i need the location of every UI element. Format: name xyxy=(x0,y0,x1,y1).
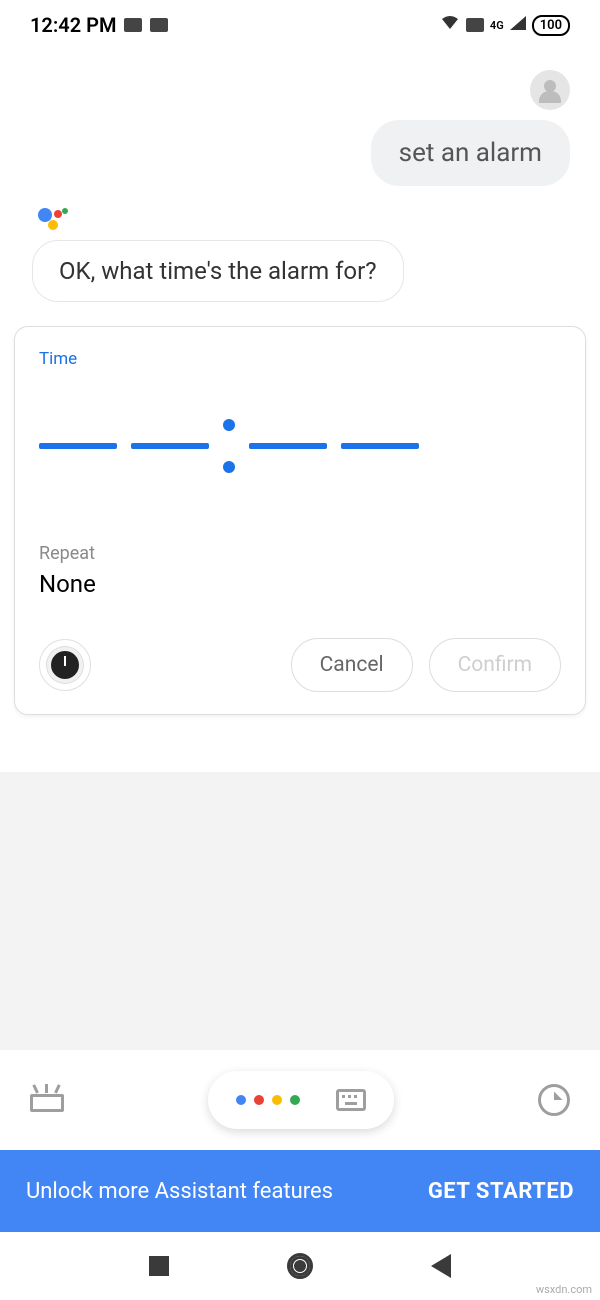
network-label: 4G xyxy=(490,19,504,32)
explore-compass-icon[interactable] xyxy=(538,1084,570,1116)
time-input[interactable] xyxy=(39,369,561,513)
home-button[interactable] xyxy=(287,1253,313,1279)
assistant-bottom-bar xyxy=(0,1050,600,1150)
assistant-input-pill[interactable] xyxy=(208,1071,394,1129)
repeat-label: Repeat xyxy=(39,543,561,564)
confirm-button[interactable]: Confirm xyxy=(429,638,561,692)
user-avatar[interactable] xyxy=(530,70,570,110)
time-card: Time Repeat None Cancel Confirm xyxy=(14,326,586,715)
time-colon-icon xyxy=(223,419,235,473)
wifi-icon xyxy=(440,15,460,35)
user-message-bubble: set an alarm xyxy=(371,120,570,186)
clock-icon xyxy=(47,647,83,683)
chat-area: set an alarm OK, what time's the alarm f… xyxy=(0,50,600,302)
status-right: 4G 100 xyxy=(440,15,570,36)
open-clock-app-button[interactable] xyxy=(39,639,91,691)
status-bar: 12:42 PM 4G 100 xyxy=(0,0,600,50)
time-label: Time xyxy=(39,349,561,369)
keyboard-indicator-icon xyxy=(124,18,142,32)
cancel-button[interactable]: Cancel xyxy=(291,638,413,692)
google-assistant-logo-icon xyxy=(38,206,68,230)
system-nav-bar xyxy=(0,1232,600,1300)
updates-tray-icon[interactable] xyxy=(30,1088,64,1112)
repeat-value[interactable]: None xyxy=(39,570,561,598)
volte-icon xyxy=(466,18,484,32)
news-indicator-icon xyxy=(150,18,168,32)
status-time: 12:42 PM xyxy=(30,13,116,37)
minute-tens-input[interactable] xyxy=(249,443,327,449)
assistant-dots-icon xyxy=(236,1095,300,1105)
signal-icon xyxy=(510,16,526,34)
minute-ones-input[interactable] xyxy=(341,443,419,449)
watermark: wsxdn.com xyxy=(536,1283,592,1296)
promo-text: Unlock more Assistant features xyxy=(26,1179,333,1204)
recent-apps-button[interactable] xyxy=(149,1256,169,1276)
get-started-button[interactable]: GET STARTED xyxy=(428,1179,574,1204)
assistant-message-bubble: OK, what time's the alarm for? xyxy=(32,240,404,302)
keyboard-icon[interactable] xyxy=(336,1089,366,1111)
assistant-row: OK, what time's the alarm for? xyxy=(20,186,580,302)
card-actions: Cancel Confirm xyxy=(39,638,561,692)
hour-tens-input[interactable] xyxy=(39,443,117,449)
hour-ones-input[interactable] xyxy=(131,443,209,449)
status-left: 12:42 PM xyxy=(30,13,168,37)
back-button[interactable] xyxy=(431,1254,451,1278)
promo-banner[interactable]: Unlock more Assistant features GET START… xyxy=(0,1150,600,1232)
battery-indicator: 100 xyxy=(532,15,570,36)
